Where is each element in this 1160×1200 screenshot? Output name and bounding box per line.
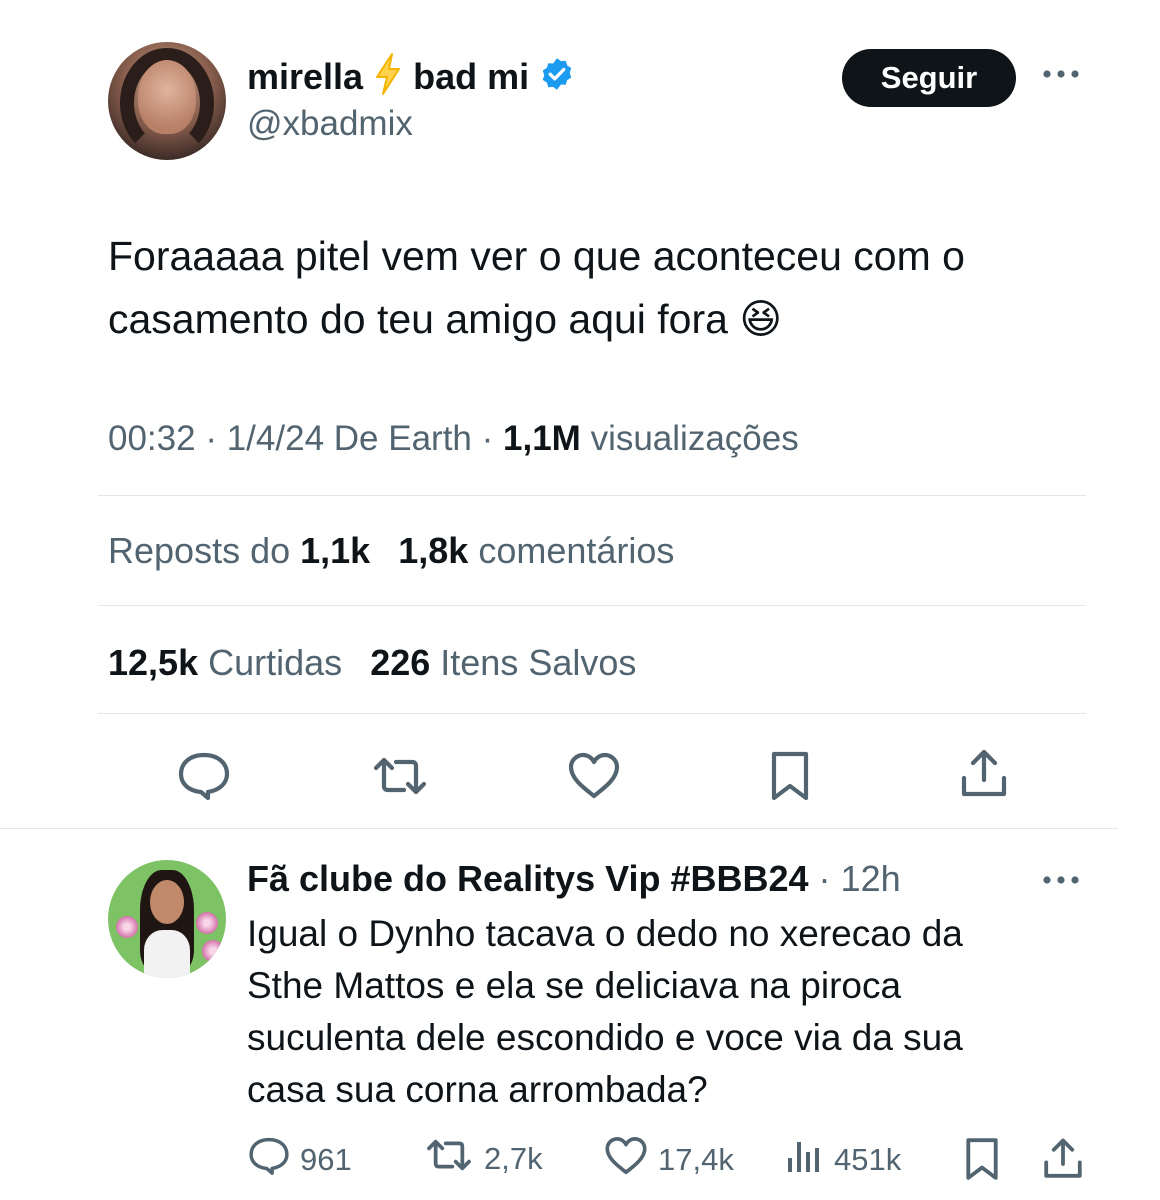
comments-stat[interactable]: 1,8k comentários [398, 530, 674, 571]
reply-time[interactable]: 12h [841, 858, 901, 899]
tweet-date[interactable]: 1/4/24 [227, 419, 324, 458]
bookmark-icon[interactable] [960, 1134, 1004, 1184]
comments-count: 1,8k [398, 530, 469, 571]
like-icon[interactable] [566, 748, 622, 804]
like-icon [604, 1136, 648, 1184]
author-avatar[interactable] [108, 42, 226, 160]
share-icon[interactable] [1040, 1134, 1086, 1184]
likes-stat[interactable]: 12,5k Curtidas [108, 642, 342, 683]
reposts-label: Reposts do [108, 530, 291, 571]
reply-likes-count: 17,4k [658, 1142, 734, 1177]
bookmarks-stat[interactable]: 226 Itens Salvos [370, 642, 636, 683]
reply-icon[interactable] [176, 748, 232, 804]
author-display-name-suffix: bad mi [413, 55, 530, 97]
more-icon[interactable] [1040, 870, 1082, 895]
avatar-body [144, 930, 190, 978]
likes-count: 12,5k [108, 642, 199, 683]
reply-header: Fã clube do Realitys Vip #BBB24 · 12h [247, 858, 901, 900]
flower-decoration [196, 912, 218, 934]
reply-replies-count: 961 [300, 1142, 352, 1177]
bookmarks-label: Itens Salvos [440, 642, 637, 683]
views-label: visualizações [590, 419, 799, 458]
tweet-text: Foraaaaa pitel vem ver o que aconteceu c… [108, 233, 965, 342]
bookmarks-count: 226 [370, 642, 431, 683]
divider [98, 713, 1086, 714]
avatar-face [150, 880, 184, 924]
reposts-comments-stats: Reposts do 1,1k 1,8k comentários [108, 530, 674, 572]
divider [98, 495, 1086, 496]
author-handle[interactable]: @xbadmix [247, 104, 413, 144]
views-icon [784, 1136, 824, 1184]
reply-separator: · [818, 858, 831, 899]
reply-icon [248, 1136, 290, 1184]
comments-label: comentários [478, 530, 675, 571]
avatar-face [138, 60, 196, 134]
reply-author-avatar[interactable] [108, 860, 226, 978]
divider [0, 828, 1118, 829]
verified-badge-icon [539, 56, 575, 97]
tweet-source: De Earth [333, 419, 472, 458]
author-name-row[interactable]: mirella bad mi [247, 52, 575, 101]
reply-likes-button[interactable]: 17,4k [604, 1136, 734, 1184]
reposts-stat[interactable]: Reposts do 1,1k [108, 530, 370, 571]
more-icon[interactable] [1040, 64, 1082, 89]
lightning-icon [373, 52, 403, 101]
tweet-time[interactable]: 00:32 [108, 419, 196, 458]
reply-reposts-button[interactable]: 2,7k [424, 1136, 543, 1182]
follow-button[interactable]: Seguir [842, 49, 1016, 107]
reply-text: Igual o Dynho tacava o dedo no xerecao d… [247, 913, 963, 1110]
share-icon[interactable] [956, 746, 1012, 802]
reply-replies-button[interactable]: 961 [248, 1136, 352, 1184]
repost-icon [424, 1136, 474, 1182]
reply-reposts-count: 2,7k [484, 1141, 543, 1176]
reposts-count: 1,1k [300, 530, 371, 571]
reply-views-button[interactable]: 451k [784, 1136, 901, 1184]
bookmark-icon[interactable] [766, 748, 814, 804]
author-display-name: mirella [247, 55, 364, 97]
flower-decoration [202, 940, 224, 962]
divider [98, 605, 1086, 606]
flower-decoration [116, 916, 138, 938]
repost-icon[interactable] [370, 748, 430, 804]
views-count: 1,1M [503, 419, 581, 458]
likes-label: Curtidas [208, 642, 343, 683]
tweet-meta: 00:32 · 1/4/24 De Earth · 1,1M visualiza… [108, 419, 799, 458]
reply-views-count: 451k [834, 1142, 902, 1177]
likes-bookmarks-stats: 12,5k Curtidas 226 Itens Salvos [108, 642, 636, 684]
reply-author-name[interactable]: Fã clube do Realitys Vip #BBB24 [247, 858, 809, 899]
